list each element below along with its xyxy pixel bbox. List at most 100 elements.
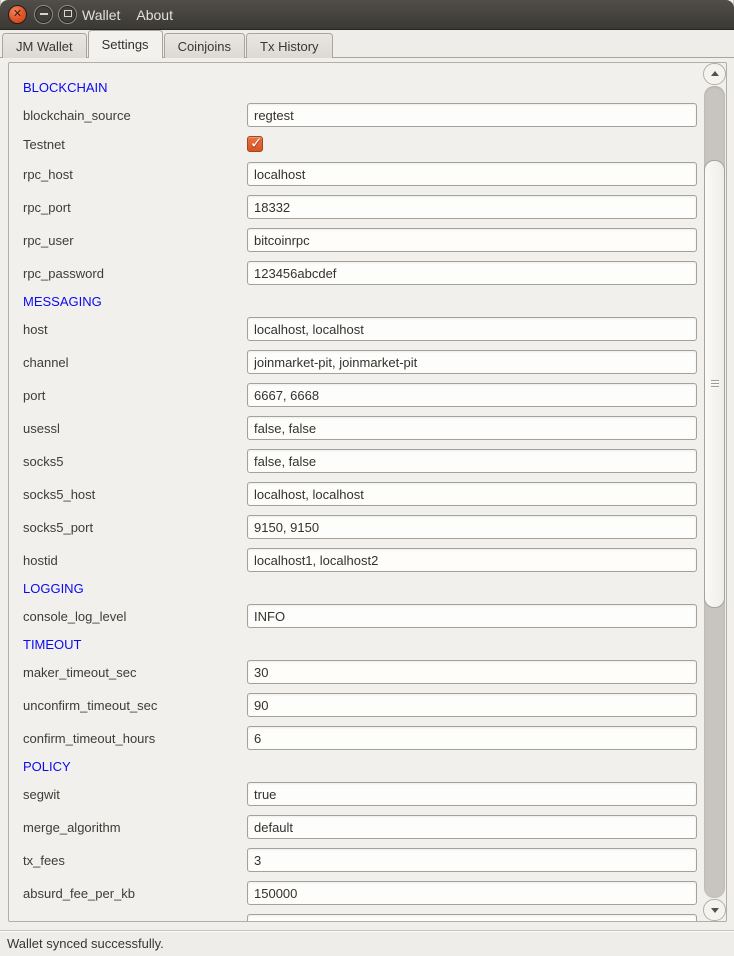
settings-row: [23, 914, 703, 921]
field-label: console_log_level: [23, 609, 247, 624]
settings-row: port: [23, 383, 703, 407]
close-icon[interactable]: ✕: [8, 5, 27, 24]
menu-item-about[interactable]: About: [134, 7, 175, 23]
field-label: port: [23, 388, 247, 403]
settings-row: segwit: [23, 782, 703, 806]
field-label: socks5_host: [23, 487, 247, 502]
settings-row: socks5: [23, 449, 703, 473]
field-input-segwit[interactable]: [247, 782, 697, 806]
settings-row: unconfirm_timeout_sec: [23, 693, 703, 717]
field-label: hostid: [23, 553, 247, 568]
field-label: rpc_password: [23, 266, 247, 281]
section-title-timeout: TIMEOUT: [23, 637, 703, 651]
maximize-icon[interactable]: [58, 5, 77, 24]
title-bar: ✕ Wallet About: [0, 0, 734, 30]
settings-pane: BLOCKCHAIN blockchain_source Testnet rpc_ho…: [0, 58, 734, 930]
field-input-hostid[interactable]: [247, 548, 697, 572]
field-label: usessl: [23, 421, 247, 436]
settings-form: BLOCKCHAIN blockchain_source Testnet rpc_ho…: [9, 63, 703, 921]
tabs-container: JM WalletSettingsCoinjoinsTx History: [0, 30, 734, 58]
field-label: merge_algorithm: [23, 820, 247, 835]
menu-item-wallet[interactable]: Wallet: [80, 7, 122, 23]
field-input-socks5_host[interactable]: [247, 482, 697, 506]
field-label: segwit: [23, 787, 247, 802]
scroll-down-button[interactable]: [703, 899, 726, 921]
settings-row: usessl: [23, 416, 703, 440]
settings-row: merge_algorithm: [23, 815, 703, 839]
field-input-partial[interactable]: [247, 914, 697, 921]
field-label: absurd_fee_per_kb: [23, 886, 247, 901]
maximize-glyph: [64, 10, 72, 17]
field-label: socks5_port: [23, 520, 247, 535]
settings-row: rpc_port: [23, 195, 703, 219]
section-title-blockchain: BLOCKCHAIN: [23, 80, 703, 94]
field-input-rpc_user[interactable]: [247, 228, 697, 252]
field-input-usessl[interactable]: [247, 416, 697, 440]
field-input-channel[interactable]: [247, 350, 697, 374]
field-input-socks5_port[interactable]: [247, 515, 697, 539]
settings-row: absurd_fee_per_kb: [23, 881, 703, 905]
settings-row: tx_fees: [23, 848, 703, 872]
settings-row: host: [23, 317, 703, 341]
settings-row: rpc_host: [23, 162, 703, 186]
section-title-policy: POLICY: [23, 759, 703, 773]
status-bar: Wallet synced successfully.: [0, 930, 734, 956]
field-input-port[interactable]: [247, 383, 697, 407]
field-label: maker_timeout_sec: [23, 665, 247, 680]
tab-bar: JM WalletSettingsCoinjoinsTx History: [0, 30, 734, 58]
scrollbar-thumb[interactable]: [704, 160, 725, 608]
field-input-rpc_port[interactable]: [247, 195, 697, 219]
tab-settings[interactable]: Settings: [88, 30, 163, 58]
field-label: rpc_host: [23, 167, 247, 182]
settings-row: rpc_user: [23, 228, 703, 252]
settings-row: console_log_level: [23, 604, 703, 628]
field-input-tx_fees[interactable]: [247, 848, 697, 872]
settings-row: rpc_password: [23, 261, 703, 285]
field-input-rpc_password[interactable]: [247, 261, 697, 285]
scroll-up-button[interactable]: [703, 63, 726, 85]
field-label: rpc_user: [23, 233, 247, 248]
testnet-checkbox[interactable]: [247, 136, 263, 152]
field-label: confirm_timeout_hours: [23, 731, 247, 746]
field-input-console_log_level[interactable]: [247, 604, 697, 628]
settings-row: socks5_host: [23, 482, 703, 506]
field-label: blockchain_source: [23, 108, 247, 123]
minimize-glyph: [40, 13, 48, 15]
field-input-confirm_timeout_hours[interactable]: [247, 726, 697, 750]
minimize-icon[interactable]: [34, 5, 53, 24]
menu-bar: Wallet About: [80, 0, 175, 29]
settings-row: blockchain_source: [23, 103, 703, 127]
app-window: ✕ Wallet About JM WalletSettingsCoinjoin…: [0, 0, 734, 956]
settings-row: socks5_port: [23, 515, 703, 539]
tab-coinjoins[interactable]: Coinjoins: [164, 33, 245, 58]
field-label: channel: [23, 355, 247, 370]
field-input-unconfirm_timeout_sec[interactable]: [247, 693, 697, 717]
field-label: rpc_port: [23, 200, 247, 215]
up-arrow-icon: [711, 71, 719, 76]
vertical-scrollbar: [703, 63, 726, 921]
status-message: Wallet synced successfully.: [7, 936, 164, 951]
settings-row: confirm_timeout_hours: [23, 726, 703, 750]
field-label: host: [23, 322, 247, 337]
settings-row: maker_timeout_sec: [23, 660, 703, 684]
settings-scroll-area: BLOCKCHAIN blockchain_source Testnet rpc_ho…: [8, 62, 727, 922]
field-input-socks5[interactable]: [247, 449, 697, 473]
field-input-maker_timeout_sec[interactable]: [247, 660, 697, 684]
field-input-rpc_host[interactable]: [247, 162, 697, 186]
down-arrow-icon: [711, 908, 719, 913]
field-label: socks5: [23, 454, 247, 469]
field-label: unconfirm_timeout_sec: [23, 698, 247, 713]
scrollbar-grip-icon: [711, 380, 719, 389]
field-input-absurd_fee_per_kb[interactable]: [247, 881, 697, 905]
settings-row: channel: [23, 350, 703, 374]
section-title-logging: LOGGING: [23, 581, 703, 595]
field-input-host[interactable]: [247, 317, 697, 341]
tab-jm-wallet[interactable]: JM Wallet: [2, 33, 87, 58]
section-title-messaging: MESSAGING: [23, 294, 703, 308]
field-input-merge_algorithm[interactable]: [247, 815, 697, 839]
field-input-blockchain_source[interactable]: [247, 103, 697, 127]
tab-tx-history[interactable]: Tx History: [246, 33, 333, 58]
settings-row: hostid: [23, 548, 703, 572]
settings-row: Testnet: [23, 136, 703, 152]
field-label: Testnet: [23, 137, 247, 152]
